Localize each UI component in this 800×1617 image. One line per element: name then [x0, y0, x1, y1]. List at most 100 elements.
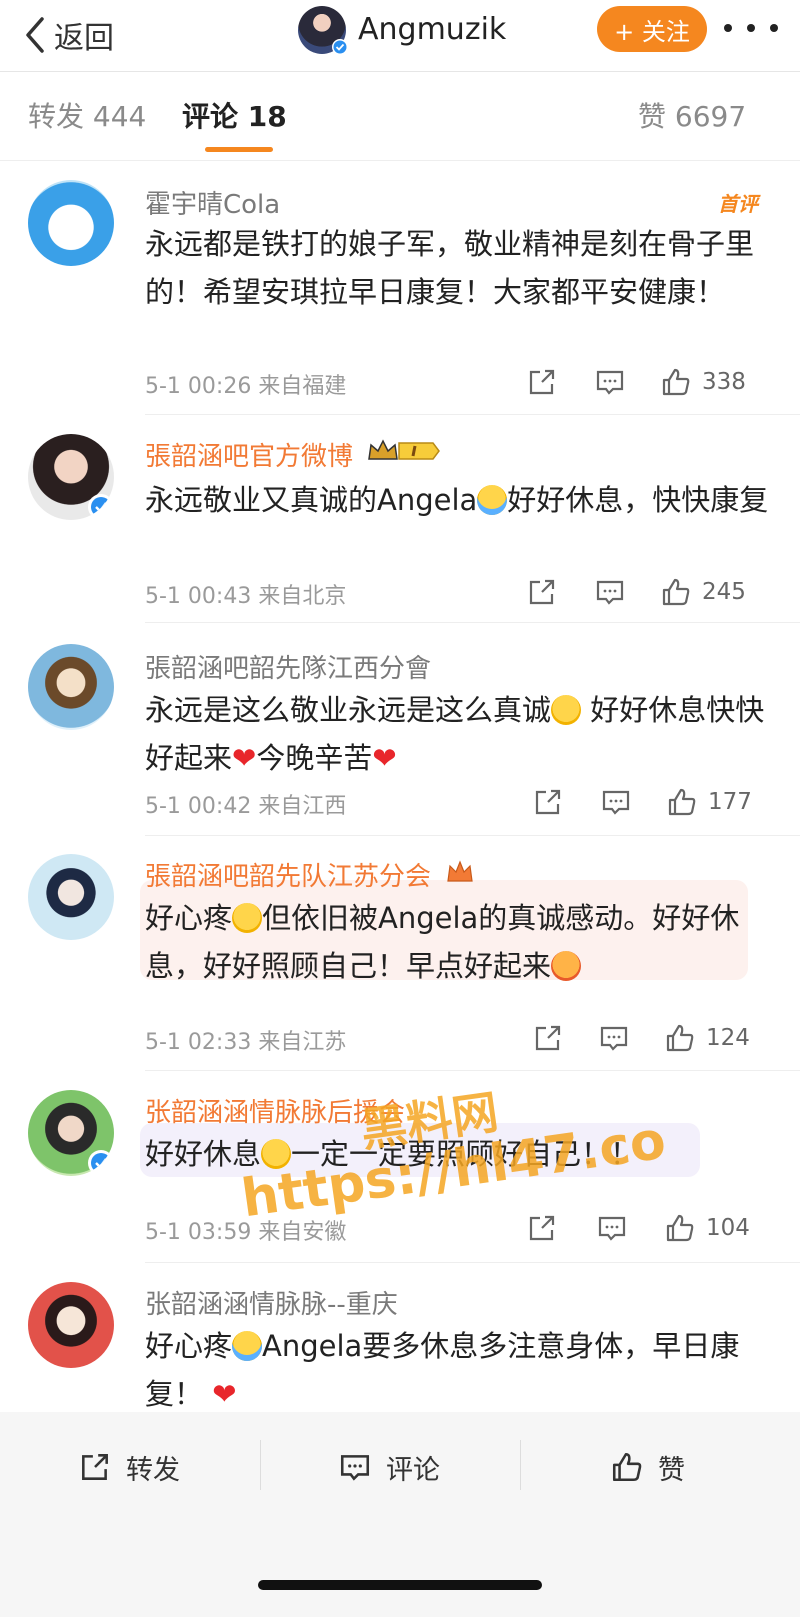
comment-text-part: 好心疼 [145, 1329, 233, 1363]
reply-button[interactable] [594, 574, 626, 610]
share-button[interactable] [526, 1210, 558, 1246]
comment-meta: 5-1 02:33 来自江苏 [145, 1024, 346, 1056]
thumbs-up-icon [666, 1214, 694, 1242]
like-post-button[interactable]: 赞 [610, 1442, 685, 1492]
tab-label: 转发 [28, 100, 85, 133]
comment-time: 5-1 03:59 [145, 1220, 252, 1245]
crying-emoji-icon [232, 1331, 263, 1361]
comment-actions: 245 [529, 574, 772, 610]
comment-meta: 5-1 00:43 来自北京 [145, 578, 346, 610]
commenter-name[interactable]: 張韶涵吧官方微博 [145, 436, 441, 473]
thumbs-up-icon [662, 578, 690, 606]
active-tab-indicator [205, 147, 273, 152]
like-count: 124 [706, 1025, 750, 1051]
thumbs-up-icon [668, 788, 696, 816]
more-options-button[interactable] [724, 10, 778, 46]
comment-time: 5-1 00:43 [145, 584, 252, 609]
commenter-avatar[interactable] [28, 1090, 114, 1176]
comment-text-part: 好好休息，快快康复 [507, 483, 769, 517]
commenter-avatar[interactable] [28, 854, 114, 940]
thumbs-up-icon [666, 1024, 694, 1052]
commenter-name[interactable]: 张韶涵涵情脉脉--重庆 [145, 1284, 398, 1321]
reply-button[interactable] [598, 1020, 630, 1056]
back-label: 返回 [54, 21, 114, 56]
page-title[interactable]: Angmuzik [358, 10, 506, 50]
comment-actions: 104 [529, 1210, 772, 1246]
comment-meta: 5-1 00:42 来自江西 [145, 788, 346, 820]
share-button[interactable] [532, 1020, 564, 1056]
comment-text-part: 好好休息 [145, 1137, 262, 1171]
comment-time: 5-1 00:42 [145, 794, 252, 819]
commenter-avatar[interactable] [28, 1282, 114, 1368]
like-button[interactable]: 177 [666, 784, 752, 820]
author-avatar[interactable] [298, 6, 348, 55]
comment-icon [600, 1026, 628, 1051]
share-button[interactable] [526, 574, 558, 610]
more-dot-icon [724, 24, 732, 32]
divider [145, 1262, 800, 1263]
like-button[interactable]: 338 [660, 364, 746, 400]
commenter-name[interactable]: 張韶涵吧韶先隊江西分會 [145, 648, 431, 685]
comment-location: 来自北京 [258, 584, 347, 609]
kiss-emoji-icon [551, 951, 582, 981]
share-button[interactable] [532, 784, 564, 820]
comment-icon [596, 370, 624, 395]
tab-reposts[interactable]: 转发 444 [28, 95, 146, 135]
like-count: 177 [708, 789, 752, 815]
top-nav-bar: 返回 Angmuzik + 关注 [0, 0, 800, 70]
like-button[interactable]: 104 [664, 1210, 750, 1246]
comment-text: 好心疼 但依旧被Angela的真诚感动。好好休息，好好照顾自己！早点好起来 [145, 894, 770, 990]
comment-icon [602, 790, 630, 815]
commenter-avatar[interactable] [28, 434, 114, 520]
commenter-avatar[interactable] [28, 180, 114, 266]
home-indicator [258, 1580, 542, 1590]
share-icon [529, 579, 555, 605]
share-button[interactable] [526, 364, 558, 400]
like-count: 338 [702, 369, 746, 395]
share-icon [535, 789, 561, 815]
reply-button[interactable] [594, 364, 626, 400]
divider [145, 1070, 800, 1071]
reply-button[interactable] [600, 784, 632, 820]
comment-text-part: 永远敬业又真诚的Angela [145, 483, 478, 517]
sad-emoji-icon [232, 903, 263, 933]
tab-comments[interactable]: 评论 18 [182, 95, 287, 135]
like-button[interactable]: 245 [660, 574, 746, 610]
tab-count: 18 [247, 100, 287, 133]
commenter-name[interactable]: 霍宇晴Cola [145, 184, 280, 221]
share-icon [529, 1215, 555, 1241]
tab-count: 6697 [674, 100, 747, 133]
sad-emoji-icon [551, 695, 582, 725]
divider [145, 414, 800, 415]
verified-icon [88, 1150, 114, 1176]
divider [145, 835, 800, 836]
comment-actions: 177 [535, 784, 772, 820]
chevron-left-icon [26, 17, 44, 53]
thumbs-up-icon [662, 368, 690, 396]
like-count: 245 [702, 579, 746, 605]
first-comment-badge: 首评 [718, 192, 758, 216]
repost-button[interactable]: 转发 [78, 1442, 180, 1492]
like-label: 赞 [658, 1454, 685, 1486]
divider [0, 71, 800, 72]
commenter-name[interactable]: 張韶涵吧韶先队江苏分会 [145, 856, 475, 893]
back-button[interactable]: 返回 [22, 10, 114, 60]
fan-level-crown-icon [368, 439, 441, 460]
reply-button[interactable] [596, 1210, 628, 1246]
comment-button[interactable]: 评论 [338, 1442, 440, 1492]
follow-button[interactable]: + 关注 [597, 6, 707, 52]
comment-location: 来自江苏 [258, 1030, 347, 1055]
tab-label: 赞 [638, 100, 667, 133]
commenter-avatar[interactable] [28, 644, 114, 730]
comment-text-part: 永远是这么敬业永远是这么真诚 [145, 693, 552, 727]
tab-likes[interactable]: 赞 6697 [638, 95, 746, 135]
verified-icon [332, 39, 348, 55]
heart-icon: ❤ [232, 741, 257, 775]
comment-text: 永远敬业又真诚的Angela 好好休息，快快康复 [145, 476, 770, 524]
heart-icon: ❤ [372, 741, 397, 775]
tab-label: 评论 [182, 100, 239, 133]
divider [520, 1440, 521, 1490]
like-button[interactable]: 124 [664, 1020, 750, 1056]
divider [145, 622, 800, 623]
repost-label: 转发 [126, 1454, 180, 1486]
